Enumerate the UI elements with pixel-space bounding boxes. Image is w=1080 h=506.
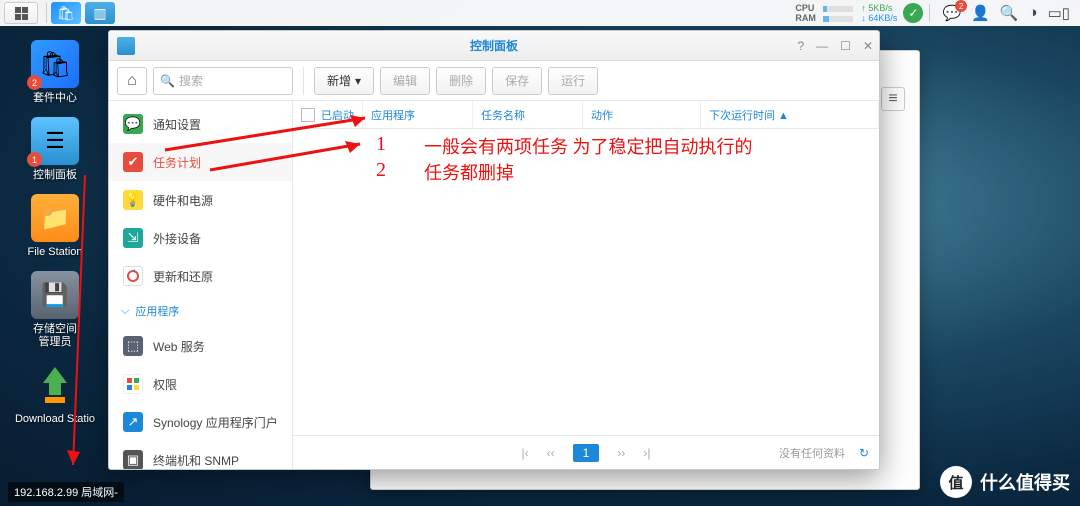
resource-monitor[interactable]: CPU RAM (795, 3, 855, 23)
notify-badge: 2 (955, 0, 967, 12)
content-area: 已启动 应用程序 任务名称 动作 下次运行时间 ▲ |‹ ‹‹ 1 ›› ›| … (293, 101, 879, 469)
taskbar-app-control-panel[interactable]: ▥ (85, 2, 115, 24)
sidebar-item-hardware[interactable]: 💡硬件和电源 (109, 181, 292, 219)
terminal-icon: ▣ (123, 450, 143, 469)
desktop-icon-download-station[interactable]: Download Statio (10, 361, 100, 426)
desktop-icon-storage-manager[interactable]: 💾 存储空间 管理员 (10, 271, 100, 349)
sidebar-item-task-scheduler[interactable]: ✔任务计划 (109, 143, 292, 181)
user-icon[interactable]: 👤 (971, 4, 990, 22)
sidebar-group-apps[interactable]: ⌵应用程序 (109, 295, 292, 327)
notifications-icon[interactable]: 💬2 (942, 4, 961, 22)
next-page-button[interactable]: ›› (617, 446, 625, 460)
sidebar-item-notify[interactable]: 💬通知设置 (109, 105, 292, 143)
main-menu-button[interactable] (4, 2, 38, 24)
bulb-icon: 💡 (123, 190, 143, 210)
table-header: 已启动 应用程序 任务名称 动作 下次运行时间 ▲ (293, 101, 879, 129)
col-app[interactable]: 应用程序 (363, 101, 473, 128)
col-next-run[interactable]: 下次运行时间 ▲ (701, 101, 879, 128)
globe-icon: ⬚ (123, 336, 143, 356)
network-monitor[interactable]: ↑ 5KB/s ↓ 64KB/s (861, 3, 897, 23)
sidebar-item-terminal[interactable]: ▣终端机和 SNMP (109, 441, 292, 469)
col-task[interactable]: 任务名称 (473, 101, 583, 128)
taskbar-app-package-center[interactable]: 🛍 (51, 2, 81, 24)
external-icon: ⇲ (123, 228, 143, 248)
close-button[interactable]: ✕ (863, 39, 873, 53)
sidebar-item-web[interactable]: ⬚Web 服务 (109, 327, 292, 365)
run-button[interactable]: 运行 (548, 67, 598, 95)
refresh-button[interactable]: ↻ (859, 446, 869, 460)
watermark: 值 什么值得买 (940, 466, 1070, 498)
help-button[interactable]: ? (797, 39, 804, 53)
net-down: 64KB/s (868, 13, 897, 23)
widgets-icon[interactable]: ◑ (1029, 4, 1038, 22)
desktop-icon-control-panel[interactable]: ☰1 控制面板 (10, 117, 100, 182)
bg-window-tool-icon[interactable]: ≡ (881, 87, 905, 111)
save-button[interactable]: 保存 (492, 67, 542, 95)
ram-label: RAM (795, 13, 821, 23)
taskbar: 🛍 ▥ CPU RAM ↑ 5KB/s ↓ 64KB/s ✓ 💬2 👤 🔍 ◑ … (0, 0, 1080, 26)
magnify-icon: 🔍 (160, 74, 175, 88)
chevron-down-icon: ⌵ (121, 305, 129, 318)
windows-icon (123, 374, 143, 394)
refresh-icon (123, 266, 143, 286)
search-input[interactable]: 🔍搜索 (153, 67, 293, 95)
pilot-view-icon[interactable]: ▭▯ (1048, 4, 1070, 22)
sidebar-item-external[interactable]: ⇲外接设备 (109, 219, 292, 257)
current-page[interactable]: 1 (573, 444, 600, 462)
chevron-down-icon: ▾ (355, 74, 361, 88)
sidebar-item-privilege[interactable]: 权限 (109, 365, 292, 403)
prev-page-button[interactable]: ‹‹ (547, 446, 555, 460)
col-enabled[interactable]: 已启动 (293, 101, 363, 128)
desktop-icon-package-center[interactable]: 🛍2 套件中心 (10, 40, 100, 105)
empty-text: 没有任何资料 (779, 445, 845, 461)
cpu-label: CPU (795, 3, 821, 13)
first-page-button[interactable]: |‹ (522, 446, 529, 460)
minimize-button[interactable]: — (816, 39, 828, 53)
desktop-icon-file-station[interactable]: 📁 File Station (10, 194, 100, 259)
window-title: 控制面板 (470, 37, 518, 54)
delete-button[interactable]: 删除 (436, 67, 486, 95)
titlebar[interactable]: 控制面板 ? — ☐ ✕ (109, 31, 879, 61)
new-button[interactable]: 新增 ▾ (314, 67, 374, 95)
net-up: 5KB/s (868, 3, 892, 13)
sidebar: 💬通知设置 ✔任务计划 💡硬件和电源 ⇲外接设备 更新和还原 ⌵应用程序 ⬚We… (109, 101, 293, 469)
window-app-icon (117, 37, 135, 55)
toolbar: ⌂ 🔍搜索 新增 ▾ 编辑 删除 保存 运行 (109, 61, 879, 101)
watermark-text: 什么值得买 (980, 469, 1070, 495)
ip-overlay: 192.168.2.99 局域网- (8, 482, 124, 502)
last-page-button[interactable]: ›| (643, 446, 650, 460)
pagination: |‹ ‹‹ 1 ›› ›| 没有任何资料 ↻ (293, 435, 879, 469)
health-status-icon[interactable]: ✓ (903, 3, 923, 23)
portal-icon: ↗ (123, 412, 143, 432)
sidebar-item-restore[interactable]: 更新和还原 (109, 257, 292, 295)
control-panel-window: 控制面板 ? — ☐ ✕ ⌂ 🔍搜索 新增 ▾ 编辑 删除 保存 运行 💬通知设… (108, 30, 880, 470)
divider (46, 3, 47, 23)
search-icon[interactable]: 🔍 (1000, 4, 1019, 22)
col-action[interactable]: 动作 (583, 101, 701, 128)
sidebar-item-portal[interactable]: ↗Synology 应用程序门户 (109, 403, 292, 441)
table-body (293, 129, 879, 435)
chat-icon: 💬 (123, 114, 143, 134)
maximize-button[interactable]: ☐ (840, 39, 851, 53)
home-button[interactable]: ⌂ (117, 67, 147, 95)
watermark-logo: 值 (940, 466, 972, 498)
select-all-checkbox[interactable] (301, 108, 315, 122)
edit-button[interactable]: 编辑 (380, 67, 430, 95)
calendar-check-icon: ✔ (123, 152, 143, 172)
desktop: 🛍2 套件中心 ☰1 控制面板 📁 File Station 💾 存储空间 管理… (0, 30, 110, 426)
